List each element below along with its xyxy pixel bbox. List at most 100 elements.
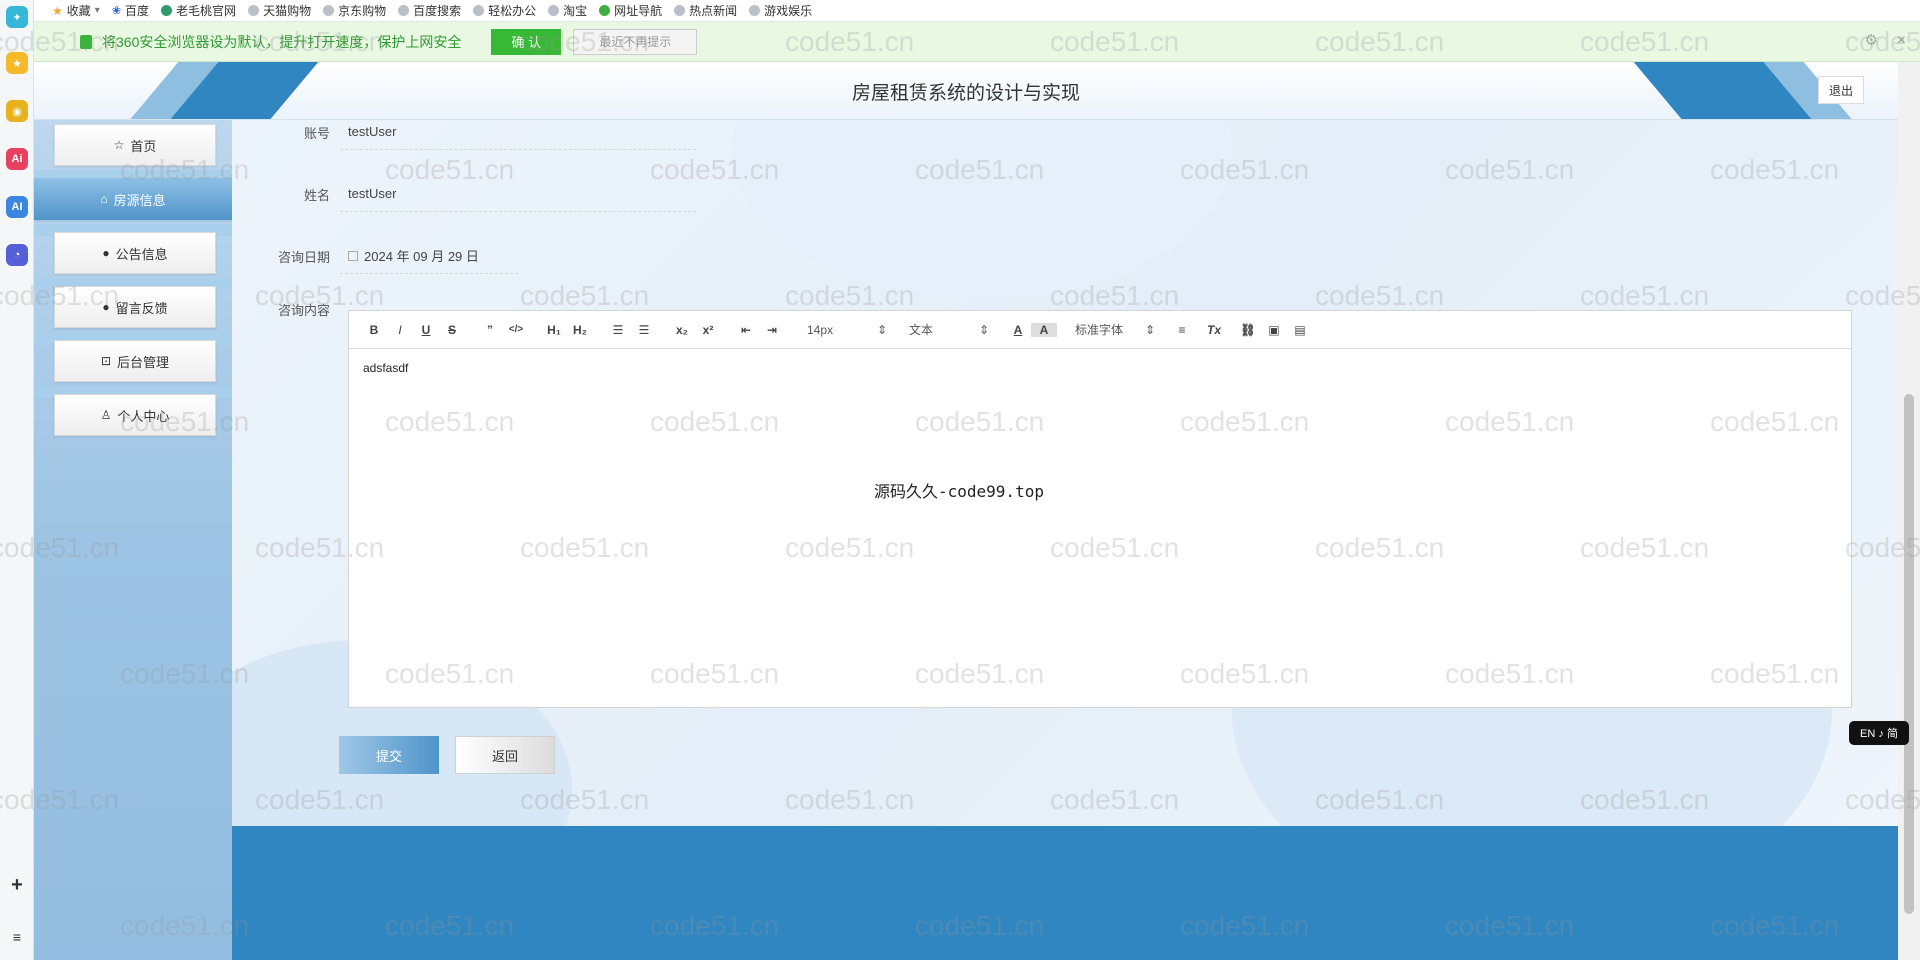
ai-icon[interactable]: Ai [6,148,28,170]
font-color-icon[interactable]: A [1005,323,1031,337]
baidu-paw-icon: ❀ [111,5,122,17]
star-icon: ☆ [113,138,125,152]
heading2-icon[interactable]: H₂ [567,323,593,337]
outdent-icon[interactable]: ⇤ [733,323,759,337]
plus-icon[interactable]: + [6,874,28,896]
name-field[interactable]: testUser [340,176,696,212]
form-row-date: 咨询日期 2024 年 09 月 29 日 [232,238,518,274]
form-row-name: 姓名 testUser [232,176,696,212]
sidebar-item-home[interactable]: ☆ 首页 [54,124,216,166]
bookmark-item[interactable]: 轻松办公 [473,2,536,19]
bookmark-item[interactable]: 淘宝 [548,2,587,19]
sidebar-item-profile[interactable]: ♙ 个人中心 [54,394,216,436]
underline-icon[interactable]: U [413,323,439,337]
content-label: 咨询内容 [277,303,330,318]
footer [232,826,1898,960]
date-value: 2024 年 09 月 29 日 [364,249,479,264]
sidebar-item-feedback[interactable]: ● 留言反馈 [54,286,216,328]
site-icon [161,5,173,16]
bookmark-item[interactable]: 老毛桃官网 [161,2,236,19]
italic-icon[interactable]: I [387,323,413,337]
strikethrough-icon[interactable]: S [439,323,465,337]
submit-button[interactable]: 提交 [339,736,439,774]
code-icon[interactable]: </> [503,324,529,335]
bookmark-item[interactable]: 天猫购物 [248,2,311,19]
bookmark-item[interactable]: 热点新闻 [674,2,737,19]
confirm-button[interactable]: 确 认 [491,28,562,55]
account-field[interactable]: testUser [340,120,696,150]
lock-icon: ⊡ [100,354,112,368]
bookmark-item[interactable]: 百度搜索 [398,2,461,19]
rich-text-editor: B I U S ” </> H₁ H₂ ☰ ☰ x₂ x² ⇤ ⇥ 14px ⇕ … [348,310,1852,708]
nav-icon [599,5,611,16]
subscript-icon[interactable]: x₂ [669,323,695,337]
font-family-select[interactable]: 标准字体 ⇕ [1067,321,1163,338]
background-shape [732,120,1232,300]
lock-icon [80,34,92,49]
bold-icon[interactable]: B [361,323,387,337]
notice-text: 将360安全浏览器设为默认，提升打开速度，保护上网安全 [102,33,462,50]
star-icon: ★ [52,3,63,18]
form-row-account: 账号 testUser [232,120,696,150]
question-icon: ● [102,300,110,314]
house-icon: ⌂ [100,192,108,206]
chat-bot-icon[interactable]: ◔ [6,244,28,266]
date-picker[interactable]: 2024 年 09 月 29 日 [340,238,518,274]
sidebar-item-admin[interactable]: ⊡ 后台管理 [54,340,216,382]
image-icon[interactable]: ▣ [1261,323,1287,337]
sidebar-item-notices[interactable]: ● 公告信息 [54,232,216,274]
close-icon[interactable]: × [1897,32,1906,50]
globe-icon [473,5,485,16]
chevron-updown-icon: ⇕ [1144,322,1155,337]
app-header: 房屋租赁系统的设计与实现 退出 [34,62,1898,120]
bookmark-item[interactable]: 京东购物 [323,2,386,19]
notice-icon: ● [102,246,110,260]
default-browser-notice: 将360安全浏览器设为默认，提升打开速度，保护上网安全 确 认 最近不再提示 ⚙… [34,22,1920,62]
gear-icon[interactable]: ⚙ [1865,31,1878,49]
sidebar-item-label: 公告信息 [115,246,168,262]
form-row-content: 咨询内容 [232,300,340,320]
back-button[interactable]: 返回 [455,736,555,774]
language-toggle[interactable]: EN ♪ 简 [1849,721,1909,745]
name-label: 姓名 [303,187,330,203]
sidebar-item-label: 后台管理 [117,354,170,370]
globe-icon [548,5,560,16]
page-scrollbar[interactable] [1898,62,1920,960]
sidebar-logo-icon[interactable]: ✦ [6,6,28,28]
link-icon[interactable]: ⛓ [1235,323,1261,337]
ordered-list-icon[interactable]: ☰ [605,323,631,337]
superscript-icon[interactable]: x² [695,323,721,337]
heading1-icon[interactable]: H₁ [541,323,567,337]
sidebar-item-label: 留言反馈 [115,300,168,316]
bookmark-item[interactable]: ❀ 百度 [112,2,149,19]
clear-format-icon[interactable]: Tx [1201,323,1227,337]
indent-icon[interactable]: ⇥ [759,323,785,337]
sidebar-item-label: 房源信息 [113,192,166,208]
page-title: 房屋租赁系统的设计与实现 [851,83,1080,104]
account-label: 账号 [303,125,330,141]
font-size-select[interactable]: 14px ⇕ [799,323,895,337]
scrollbar-thumb[interactable] [1904,394,1914,914]
date-label: 咨询日期 [277,249,330,265]
list-icon[interactable]: ≡ [6,926,28,948]
calendar-icon [348,250,358,261]
background-color-icon[interactable]: A [1031,322,1057,337]
logout-button[interactable]: 退出 [1818,76,1864,104]
globe-icon [749,5,761,16]
quote-icon[interactable]: ” [477,323,503,337]
chevron-down-icon[interactable]: ▾ [95,5,100,16]
editor-content[interactable]: adsfasdf [349,349,1851,387]
bookmark-item[interactable]: 网址导航 [599,2,662,19]
bullet-list-icon[interactable]: ☰ [631,323,657,337]
text-type-select[interactable]: 文本 ⇕ [901,321,997,338]
dont-remind-button[interactable]: 最近不再提示 [573,28,698,55]
ai-assistant-icon[interactable]: AI [6,196,28,218]
bookmark-favorites[interactable]: ★ 收藏 ▾ [52,2,100,19]
game-icon[interactable]: ◉ [6,100,28,122]
favorites-star-icon[interactable]: ★ [6,52,28,74]
bookmark-item[interactable]: 游戏娱乐 [749,2,812,19]
overlay-watermark-text: 源码久久-code99.top [874,482,1044,501]
align-icon[interactable]: ≡ [1169,323,1195,337]
sidebar-item-house-info[interactable]: ⌂ 房源信息 [34,178,232,220]
video-icon[interactable]: ▤ [1287,323,1313,337]
